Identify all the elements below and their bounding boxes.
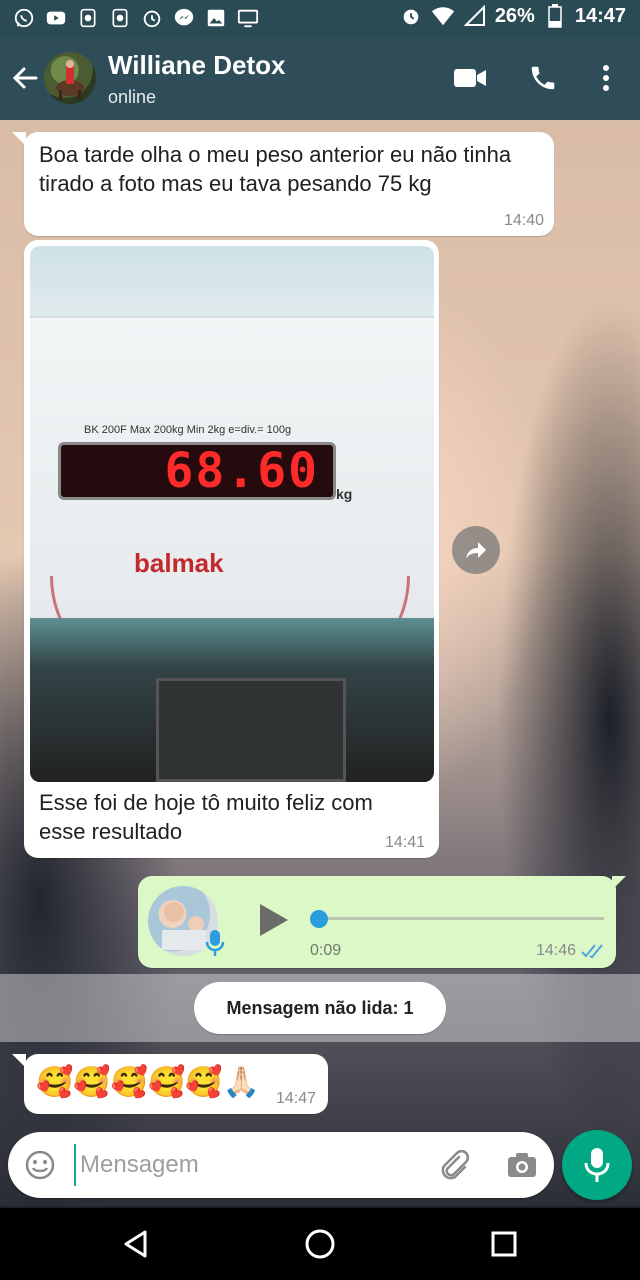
- scale-display: 68.60: [58, 442, 336, 500]
- battery-icon: [543, 4, 567, 28]
- message-bubble-incoming[interactable]: Boa tarde olha o meu peso anterior eu nã…: [24, 132, 554, 236]
- chat-area[interactable]: Boa tarde olha o meu peso anterior eu nã…: [0, 120, 640, 1206]
- message-input[interactable]: [74, 1144, 414, 1186]
- scale-spec-label: BK 200F Max 200kg Min 2kg e=div.= 100g: [84, 424, 292, 436]
- nav-back-icon[interactable]: [114, 1222, 158, 1266]
- more-vert-icon[interactable]: [588, 60, 624, 96]
- messenger-icon: [172, 6, 196, 30]
- notification-icons: [12, 6, 260, 30]
- audio-progress-handle[interactable]: [310, 910, 328, 928]
- message-composer: [8, 1132, 554, 1198]
- image-caption: Esse foi de hoje tô muito feliz com esse…: [39, 790, 373, 844]
- unread-banner: Mensagem não lida: 1: [194, 982, 446, 1034]
- forward-icon[interactable]: [452, 526, 500, 574]
- alarm-icon: [399, 4, 423, 28]
- scale-photo[interactable]: BK 200F Max 200kg Min 2kg e=div.= 100g 6…: [30, 246, 434, 782]
- image-message-bubble[interactable]: BK 200F Max 200kg Min 2kg e=div.= 100g 6…: [24, 240, 439, 858]
- message-time: 14:47: [275, 1090, 316, 1107]
- alarm-icon: [140, 6, 164, 30]
- read-ticks-icon: [580, 942, 606, 960]
- play-icon[interactable]: [256, 900, 292, 940]
- system-status: 26% 14:47: [399, 4, 626, 28]
- battery-percentage: 26%: [494, 4, 535, 27]
- emoji-message: 🥰🥰🥰🥰🥰🙏🏻: [36, 1065, 261, 1100]
- cast-icon: [236, 6, 260, 30]
- system-navigation-bar: [0, 1208, 640, 1280]
- camera-icon[interactable]: [504, 1147, 540, 1183]
- whatsapp-icon: [12, 6, 36, 30]
- message-time: 14:46: [535, 942, 576, 959]
- audio-message-bubble[interactable]: 0:09 14:46: [138, 876, 616, 968]
- nfc-icon: [76, 6, 100, 30]
- message-text: Boa tarde olha o meu peso anterior eu nã…: [39, 142, 512, 196]
- video-call-icon[interactable]: [452, 60, 488, 96]
- wifi-icon: [431, 4, 455, 28]
- attach-icon[interactable]: [436, 1147, 472, 1183]
- voice-record-button[interactable]: [562, 1130, 632, 1200]
- nav-recents-icon[interactable]: [482, 1222, 526, 1266]
- emoji-icon[interactable]: [22, 1147, 58, 1183]
- message-time: 14:40: [503, 212, 544, 229]
- mic-icon: [584, 1148, 610, 1182]
- signal-icon: [463, 4, 487, 28]
- youtube-icon: [44, 6, 68, 30]
- scale-brand: balmak: [134, 548, 224, 578]
- nfc-icon: [108, 6, 132, 30]
- audio-duration: 0:09: [310, 942, 342, 959]
- phone-icon[interactable]: [525, 60, 561, 96]
- mic-icon: [204, 928, 226, 958]
- chat-header: Williane Detox online: [0, 36, 640, 120]
- status-bar: 26% 14:47: [0, 0, 640, 36]
- message-bubble-incoming[interactable]: 🥰🥰🥰🥰🥰🙏🏻 14:47: [24, 1054, 328, 1114]
- gallery-icon: [204, 6, 228, 30]
- avatar[interactable]: [44, 52, 96, 104]
- scale-platform: [156, 678, 346, 782]
- audio-progress-track[interactable]: [314, 917, 604, 920]
- nav-home-icon[interactable]: [298, 1222, 342, 1266]
- scale-unit: kg: [336, 486, 353, 502]
- back-arrow-icon[interactable]: [6, 58, 46, 98]
- message-time: 14:41: [384, 834, 425, 851]
- contact-name[interactable]: Williane Detox: [108, 50, 285, 81]
- clock: 14:47: [574, 4, 626, 27]
- contact-status: online: [108, 87, 157, 107]
